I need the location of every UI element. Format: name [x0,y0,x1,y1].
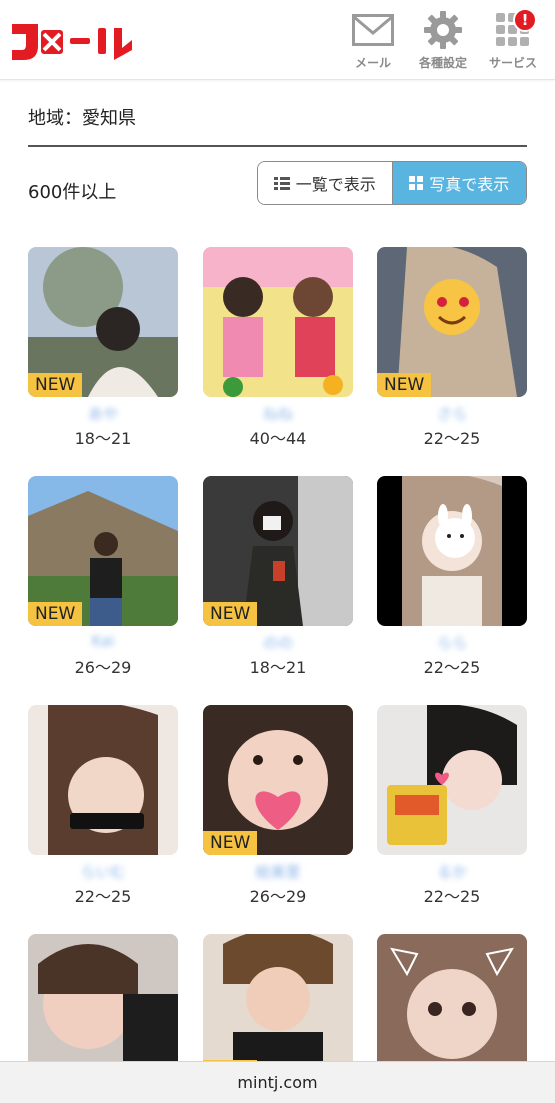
profile-photo: NEW [203,476,353,626]
tile-icon [409,176,424,190]
profile-card[interactable]: NEW あや 18〜21 [28,247,178,449]
profile-photo [28,705,178,855]
profile-card[interactable]: るか 22〜25 [377,705,527,907]
profile-age: 22〜25 [423,887,481,906]
settings-label: 各種設定 [418,56,467,70]
profile-photo: NEW [377,247,527,397]
browser-url-bar[interactable]: mintj.com [0,1061,555,1103]
profile-age: 22〜25 [423,658,481,677]
grid-icon: ! [491,8,537,50]
new-badge: NEW [203,602,258,626]
profile-name: らいむ [80,863,126,881]
profile-card[interactable]: らいむ 22〜25 [28,705,178,907]
profile-name: 絵美里 [255,863,301,881]
new-badge: NEW [28,602,83,626]
app-header: メール 各種設定 ! サービス [0,0,555,80]
notification-badge: ! [513,8,537,32]
new-badge: NEW [377,373,432,397]
profile-card[interactable]: NEW 絵美里 26〜29 [203,705,353,907]
profile-photo: NEW [28,476,178,626]
profile-card[interactable]: ねね 40〜44 [203,247,353,449]
profile-name: ねね [262,405,293,423]
profile-card[interactable]: NEW さら 22〜25 [377,247,527,449]
mail-icon [351,10,395,50]
gear-icon [421,10,465,50]
url-text: mintj.com [237,1073,318,1092]
profile-photo: NEW [203,705,353,855]
services-button[interactable]: ! サービス [485,8,541,71]
photo-view-label: 写真で表示 [429,175,510,194]
profile-name: あや [87,405,118,423]
header-nav: メール 各種設定 ! サービス [345,8,541,71]
profile-photo [377,705,527,855]
profile-photo [203,247,353,397]
profile-name: Kai [91,632,115,650]
profile-photo [377,476,527,626]
profile-age: 18〜21 [74,429,132,448]
profile-age: 26〜29 [74,658,132,677]
profile-age: 22〜25 [74,887,132,906]
new-badge: NEW [28,373,83,397]
photo-view-button[interactable]: 写真で表示 [391,162,526,204]
profile-photo: NEW [28,247,178,397]
settings-button[interactable]: 各種設定 [415,10,471,71]
services-label: サービス [488,56,537,70]
profile-name: らら [436,634,467,652]
divider [28,145,527,147]
view-toggle: 一覧で表示 写真で表示 [257,161,527,205]
region-filter[interactable]: 地域：愛知県 [28,104,136,130]
list-view-label: 一覧で表示 [295,175,376,194]
profile-card[interactable]: NEW のの 18〜21 [203,476,353,678]
profile-card[interactable]: らら 22〜25 [377,476,527,678]
list-icon [273,177,290,190]
list-view-button[interactable]: 一覧で表示 [258,162,392,204]
profile-age: 22〜25 [423,429,481,448]
profile-name: さら [436,405,467,423]
result-count: 600件以上 [28,182,117,203]
jmail-logo[interactable] [8,16,138,64]
profile-age: 18〜21 [249,658,307,677]
profile-name: るか [436,863,467,881]
mail-button[interactable]: メール [345,10,401,71]
new-badge: NEW [203,831,258,855]
profile-name: のの [262,634,293,652]
profile-age: 40〜44 [249,429,307,448]
mail-label: メール [354,56,391,70]
profile-age: 26〜29 [249,887,307,906]
profile-card[interactable]: NEW Kai 26〜29 [28,476,178,678]
